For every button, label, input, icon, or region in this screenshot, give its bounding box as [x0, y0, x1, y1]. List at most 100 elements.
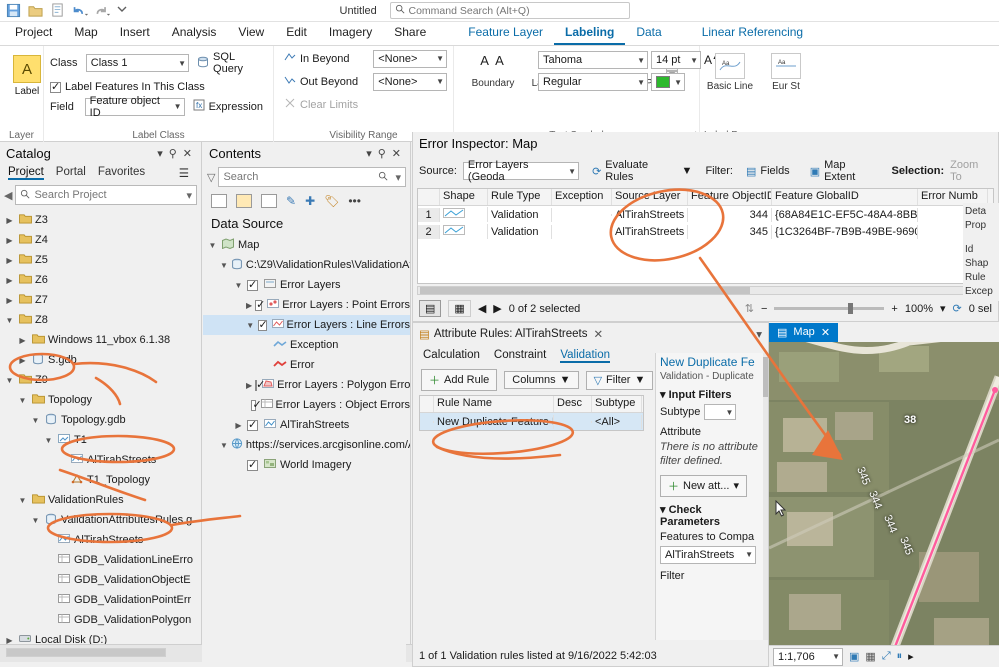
table-row[interactable]: 1 Validation AlTirahStreets 344 {68A84E1…	[418, 206, 993, 223]
catalog-tab-portal[interactable]: Portal	[56, 166, 86, 180]
tree-item[interactable]: ▼https://services.arcgisonline.com/Ar	[203, 435, 410, 455]
tab-feature-layer[interactable]: Feature Layer	[457, 22, 554, 45]
subtab-validation[interactable]: Validation	[560, 349, 610, 363]
tree-item[interactable]: AlTirahStreets	[0, 530, 201, 550]
fields-button[interactable]: ▤ Fields	[739, 163, 797, 180]
col-source-layer[interactable]: Source Layer	[612, 189, 688, 205]
close-icon[interactable]: ✕	[821, 326, 830, 339]
tab-project[interactable]: Project	[4, 22, 63, 45]
collapse-icon[interactable]: ▼	[17, 396, 28, 405]
tree-item[interactable]: ▶Z3	[0, 210, 201, 230]
map-more-icon[interactable]: ▸	[908, 650, 914, 663]
list-by-editing-icon[interactable]: ✎	[286, 194, 296, 208]
tree-item[interactable]: ▶S.gdb	[0, 350, 201, 370]
contents-pin-icon[interactable]: ⚲	[375, 147, 389, 160]
filter-by-selection-icon[interactable]: ⇅	[745, 302, 754, 315]
col-feature-globalid[interactable]: Feature GlobalID	[772, 189, 918, 205]
measure-tool-icon[interactable]: ⤢	[882, 650, 891, 663]
tree-item[interactable]: ▶AlTirahStreets	[203, 415, 410, 435]
contents-menu-icon[interactable]: ▾	[363, 147, 375, 160]
tab-data[interactable]: Data	[625, 22, 672, 45]
customize-qat-icon[interactable]	[116, 3, 131, 18]
map-extent-button[interactable]: ▣ Map Extent	[803, 157, 886, 185]
catalog-scrollbar[interactable]	[0, 644, 202, 662]
tree-item[interactable]: World Imagery	[203, 455, 410, 475]
tab-analysis[interactable]: Analysis	[161, 22, 228, 45]
filter-button[interactable]: ▽ Filter ▼	[586, 371, 654, 390]
layer-visibility-checkbox[interactable]	[255, 300, 262, 311]
expand-icon[interactable]: ▶	[233, 421, 244, 430]
col-desc[interactable]: Desc	[554, 396, 592, 412]
table-row[interactable]: 2 Validation AlTirahStreets 345 {1C3264B…	[418, 223, 993, 240]
zoom-in-icon[interactable]: +	[891, 303, 897, 315]
placement-eur-st[interactable]: Aa Eur St	[762, 53, 810, 92]
collapse-icon[interactable]: ▼	[246, 321, 255, 330]
col-rule-type[interactable]: Rule Type	[488, 189, 552, 205]
label-features-checkbox[interactable]: Label Features In This Class	[50, 81, 205, 93]
expand-icon[interactable]: ▶	[4, 236, 15, 245]
error-grid-hscrollbar[interactable]	[417, 286, 994, 295]
table-row[interactable]: New Duplicate Feature Rule <All>	[420, 413, 643, 430]
chevron-down-icon[interactable]: ▾	[940, 302, 946, 315]
catalog-tree[interactable]: ▶Z3▶Z4▶Z5▶Z6▶Z7▼Z8▶Windows 11_vbox 6.1.3…	[0, 208, 201, 648]
tree-item[interactable]: ▶Z6	[0, 270, 201, 290]
catalog-tab-favorites[interactable]: Favorites	[98, 166, 145, 180]
tree-item[interactable]: ▼Topology.gdb	[0, 410, 201, 430]
tree-item[interactable]: Error	[203, 355, 410, 375]
attribute-rules-tab[interactable]: ▤ Attribute Rules: AlTirahStreets ✕ ▾	[413, 323, 768, 345]
collapse-icon[interactable]: ▼	[207, 241, 218, 250]
columns-button[interactable]: Columns ▼	[504, 371, 578, 389]
tree-item[interactable]: ▼Map	[203, 235, 410, 255]
tree-item[interactable]: ▼C:\Z9\ValidationRules\ValidationAtt	[203, 255, 410, 275]
expand-icon[interactable]: ▶	[17, 356, 28, 365]
command-search[interactable]: Command Search (Alt+Q)	[390, 2, 630, 19]
first-record-icon[interactable]: ◀	[478, 302, 486, 315]
catalog-hamburger-icon[interactable]: ☰	[179, 166, 193, 180]
class-combo[interactable]: Class 1 ▼	[86, 54, 189, 72]
tree-item[interactable]: ▼ValidationAttributesRules.g	[0, 510, 201, 530]
tree-item[interactable]: ▼Z9	[0, 370, 201, 390]
close-icon[interactable]: ✕	[588, 327, 604, 341]
input-filters-section[interactable]: ▾ Input Filters	[660, 388, 761, 401]
tree-item[interactable]: Exception	[203, 335, 410, 355]
tab-insert[interactable]: Insert	[109, 22, 161, 45]
in-beyond-combo[interactable]: <None> ▼	[373, 50, 447, 68]
dock-tab-properties[interactable]: Prop	[965, 219, 997, 233]
expression-button[interactable]: fx Expression	[189, 97, 267, 116]
subtab-constraint[interactable]: Constraint	[494, 349, 546, 363]
tree-item[interactable]: ▼T1	[0, 430, 201, 450]
col-feature-objectid[interactable]: Feature ObjectID	[688, 189, 772, 205]
col-exception[interactable]: Exception	[552, 189, 612, 205]
layer-visibility-checkbox[interactable]	[255, 380, 257, 391]
collapse-icon[interactable]: ▼	[233, 281, 244, 290]
collapse-icon[interactable]: ▼	[4, 376, 15, 385]
expand-icon[interactable]: ▶	[4, 216, 15, 225]
subtab-calculation[interactable]: Calculation	[423, 349, 480, 363]
rules-grid[interactable]: Rule Name Desc Subtype New Duplicate Fea…	[419, 395, 644, 431]
tab-map[interactable]: Map	[63, 22, 108, 45]
selection-tool-icon[interactable]: ▣	[849, 650, 859, 663]
expand-icon[interactable]: ▶	[246, 381, 252, 390]
next-record-icon[interactable]: ▶	[493, 302, 501, 315]
layer-visibility-checkbox[interactable]	[247, 420, 258, 431]
expand-icon[interactable]: ▶	[4, 256, 15, 265]
check-parameters-section[interactable]: ▾ Check Parameters	[660, 503, 761, 528]
clear-limits-button[interactable]: Clear Limits	[280, 95, 362, 114]
tree-item[interactable]: GDB_ValidationLineErro	[0, 550, 201, 570]
col-shape[interactable]: Shape	[440, 189, 488, 205]
map-tab[interactable]: ▤ Map ✕	[769, 323, 838, 342]
catalog-tab-project[interactable]: Project	[8, 166, 44, 180]
tree-item[interactable]: ▶Z4	[0, 230, 201, 250]
subtype-combo[interactable]: ▼	[704, 404, 736, 420]
zoom-to-label[interactable]: Zoom To	[950, 159, 992, 183]
contents-close-icon[interactable]: ✕	[389, 147, 404, 160]
evaluate-rules-button[interactable]: ⟳ Evaluate Rules ▼	[585, 157, 699, 185]
tree-item[interactable]: ▶Z5	[0, 250, 201, 270]
undo-icon[interactable]	[72, 3, 87, 18]
tree-item[interactable]: ▼Error Layers : Line Errors	[203, 315, 410, 335]
refresh-icon[interactable]: ⟳	[953, 302, 962, 315]
tree-item[interactable]: Error Layers : Object Errors	[203, 395, 410, 415]
layer-visibility-checkbox[interactable]	[258, 320, 267, 331]
grid-view-icon[interactable]: ▤	[419, 300, 441, 317]
text-color-picker[interactable]: ▼	[651, 73, 685, 91]
